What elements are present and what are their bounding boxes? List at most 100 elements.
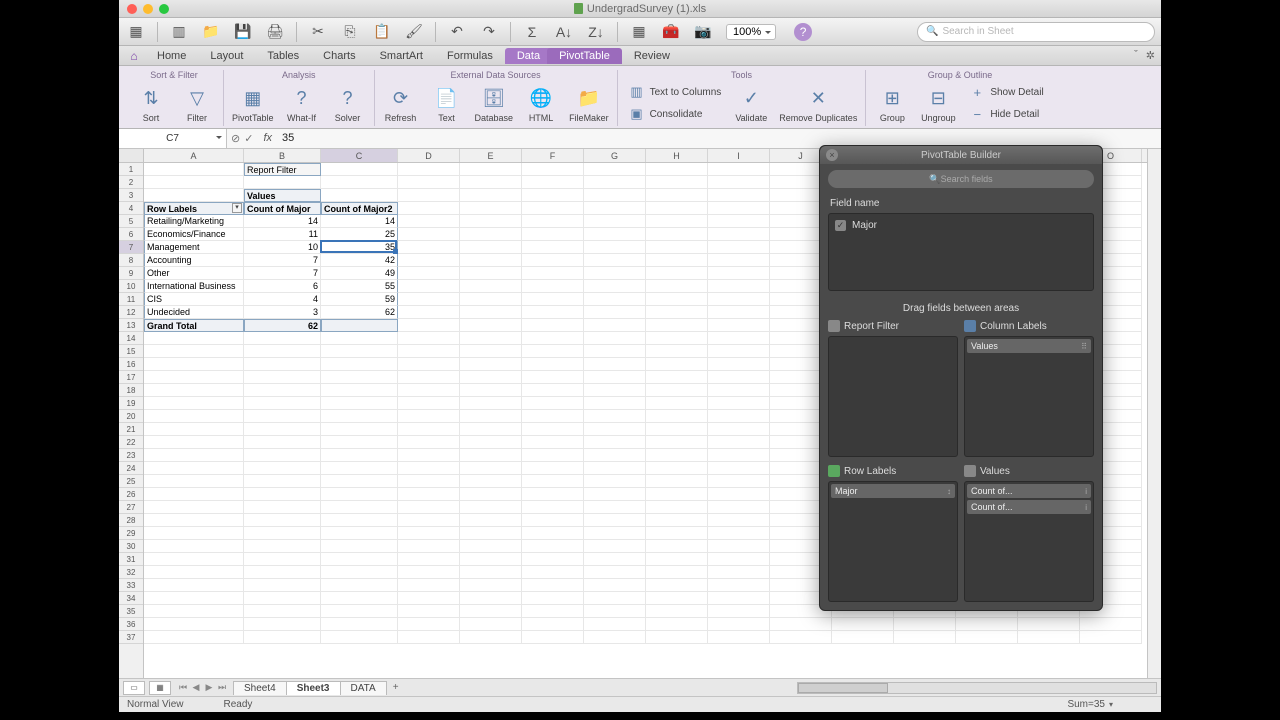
cell[interactable] (144, 592, 244, 605)
tab-tables[interactable]: Tables (255, 48, 311, 64)
cell[interactable] (398, 605, 460, 618)
cell[interactable] (398, 176, 460, 189)
horizontal-scrollbar[interactable] (797, 682, 1157, 694)
cell[interactable] (708, 436, 770, 449)
cell[interactable] (321, 410, 398, 423)
cell[interactable] (460, 475, 522, 488)
cell[interactable] (522, 176, 584, 189)
cell[interactable] (708, 423, 770, 436)
cell[interactable]: 62 (244, 319, 321, 332)
save-icon[interactable]: 💾 (232, 21, 254, 43)
cell[interactable] (244, 488, 321, 501)
row-header[interactable]: 7 (119, 241, 143, 254)
cell[interactable] (708, 254, 770, 267)
cell[interactable] (398, 228, 460, 241)
cell[interactable] (522, 436, 584, 449)
cell[interactable] (522, 280, 584, 293)
cell[interactable] (460, 254, 522, 267)
cell[interactable] (522, 501, 584, 514)
cancel-formula-icon[interactable]: ⊘ (231, 132, 240, 145)
cell[interactable]: Grand Total (144, 319, 244, 332)
row-header[interactable]: 23 (119, 449, 143, 462)
cell[interactable] (460, 605, 522, 618)
cell[interactable] (460, 462, 522, 475)
cell[interactable] (584, 618, 646, 631)
builder-field-major[interactable]: ✓ Major (833, 218, 1089, 233)
sheet-tab[interactable]: DATA (340, 681, 387, 695)
cell[interactable] (646, 215, 708, 228)
cell[interactable] (708, 280, 770, 293)
cell[interactable]: 7 (244, 267, 321, 280)
cell[interactable] (398, 501, 460, 514)
values-dropzone[interactable]: Count of...i Count of...i (964, 481, 1094, 602)
cell[interactable] (708, 475, 770, 488)
cell[interactable] (584, 449, 646, 462)
cell[interactable] (321, 423, 398, 436)
cell[interactable] (398, 241, 460, 254)
cell[interactable] (321, 397, 398, 410)
cell[interactable] (646, 423, 708, 436)
cell[interactable]: 25 (321, 228, 398, 241)
cell[interactable] (584, 592, 646, 605)
row-header[interactable]: 10 (119, 280, 143, 293)
cell[interactable] (646, 631, 708, 644)
cell[interactable]: International Business (144, 280, 244, 293)
cell[interactable]: Report Filter (244, 163, 321, 176)
cell[interactable] (646, 449, 708, 462)
cell[interactable] (144, 501, 244, 514)
cell[interactable] (144, 332, 244, 345)
cell[interactable] (584, 254, 646, 267)
column-header[interactable]: G (584, 149, 646, 162)
cell[interactable] (522, 462, 584, 475)
cell[interactable] (398, 553, 460, 566)
cell[interactable] (708, 267, 770, 280)
cell[interactable]: Values (244, 189, 321, 202)
value-item-1[interactable]: Count of...i (967, 500, 1091, 514)
cell[interactable] (708, 579, 770, 592)
cell[interactable] (708, 540, 770, 553)
cell[interactable] (144, 176, 244, 189)
cell[interactable] (398, 540, 460, 553)
cell[interactable] (646, 527, 708, 540)
cell[interactable] (244, 540, 321, 553)
normal-view-button[interactable]: ▭ (123, 681, 145, 695)
row-item-major[interactable]: Major↕ (831, 484, 955, 498)
row-header[interactable]: 9 (119, 267, 143, 280)
cell[interactable] (522, 293, 584, 306)
cell[interactable] (522, 241, 584, 254)
cell[interactable]: 14 (321, 215, 398, 228)
cell[interactable]: Retailing/Marketing (144, 215, 244, 228)
column-header[interactable]: H (646, 149, 708, 162)
row-header[interactable]: 16 (119, 358, 143, 371)
row-header[interactable]: 12 (119, 306, 143, 319)
name-box[interactable]: C7 (119, 129, 227, 148)
search-input[interactable]: Search in Sheet (917, 22, 1155, 42)
cell[interactable] (398, 306, 460, 319)
sort-za-icon[interactable]: Z↓ (585, 21, 607, 43)
cell[interactable] (398, 449, 460, 462)
cell[interactable] (460, 293, 522, 306)
cell[interactable] (398, 566, 460, 579)
row-header[interactable]: 24 (119, 462, 143, 475)
solver-button[interactable]: ?Solver (328, 82, 368, 126)
cell[interactable] (522, 384, 584, 397)
cell[interactable]: 42 (321, 254, 398, 267)
cell[interactable] (522, 449, 584, 462)
cell[interactable] (708, 371, 770, 384)
cell[interactable] (144, 488, 244, 501)
cell[interactable] (321, 527, 398, 540)
cell[interactable] (708, 449, 770, 462)
cell[interactable] (708, 319, 770, 332)
cell[interactable] (646, 319, 708, 332)
row-header[interactable]: 3 (119, 189, 143, 202)
cell[interactable] (321, 384, 398, 397)
cell[interactable] (584, 189, 646, 202)
cell[interactable] (244, 592, 321, 605)
cell[interactable] (398, 189, 460, 202)
accept-formula-icon[interactable]: ✓ (244, 132, 253, 145)
cell[interactable] (460, 319, 522, 332)
cell[interactable] (460, 553, 522, 566)
group-button[interactable]: ⊞Group (872, 82, 912, 126)
cell[interactable] (708, 202, 770, 215)
cell[interactable] (144, 436, 244, 449)
